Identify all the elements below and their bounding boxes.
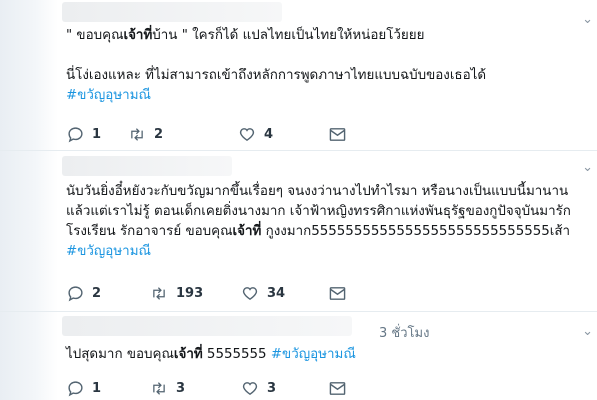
- retweet-icon: [150, 284, 168, 302]
- like-button[interactable]: 34: [241, 282, 285, 304]
- tweet-text: นับวันยิ่งอี๋หยังวะกับขวัญมากขึ้นเรื่อยๆ…: [66, 184, 571, 259]
- heart-icon: [241, 284, 259, 302]
- dm-button[interactable]: [328, 123, 346, 145]
- retweet-button[interactable]: 3: [150, 377, 185, 399]
- retweet-icon: [128, 125, 146, 143]
- heart-icon: [241, 379, 259, 397]
- envelope-icon: [328, 125, 346, 143]
- dm-button[interactable]: [328, 282, 346, 304]
- reply-button[interactable]: 1: [66, 377, 101, 399]
- envelope-icon: [328, 379, 346, 397]
- hashtag-link[interactable]: #ขวัญอุษามณี: [271, 347, 356, 362]
- blurred-user-header: [62, 156, 232, 176]
- chevron-down-icon[interactable]: ⌄: [582, 12, 593, 27]
- blurred-user-header: [62, 316, 352, 336]
- tweet[interactable]: ⌄ " ขอบคุณเจ้าที่บ้าน " ใครก็ได้ แปลไทยเ…: [0, 0, 597, 151]
- retweet-button[interactable]: 193: [150, 282, 203, 304]
- tweet[interactable]: 3 ชั่วโมง ⌄ ไปสุดมาก ขอบคุณเจ้าที่ 55555…: [0, 312, 597, 400]
- retweet-button[interactable]: 2: [128, 123, 163, 145]
- heart-icon: [238, 125, 256, 143]
- hashtag-link[interactable]: #ขวัญอุษามณี: [66, 88, 151, 103]
- envelope-icon: [328, 284, 346, 302]
- reply-icon: [66, 379, 84, 397]
- tweet-text: " ขอบคุณเจ้าที่บ้าน " ใครก็ได้ แปลไทยเป็…: [66, 28, 487, 103]
- hashtag-link[interactable]: #ขวัญอุษามณี: [66, 244, 151, 259]
- like-button[interactable]: 4: [238, 123, 273, 145]
- tweet[interactable]: ⌄ นับวันยิ่งอี๋หยังวะกับขวัญมากขึ้นเรื่อ…: [0, 151, 597, 312]
- blurred-user-header: [62, 2, 282, 22]
- reply-button[interactable]: 2: [66, 282, 101, 304]
- like-button[interactable]: 3: [241, 377, 276, 399]
- reply-icon: [66, 284, 84, 302]
- reply-button[interactable]: 1: [66, 123, 101, 145]
- tweet-text: ไปสุดมาก ขอบคุณเจ้าที่ 5555555 #ขวัญอุษา…: [66, 347, 356, 362]
- tweet-timestamp[interactable]: 3 ชั่วโมง: [379, 322, 429, 343]
- chevron-down-icon[interactable]: ⌄: [582, 160, 593, 175]
- reply-icon: [66, 125, 84, 143]
- dm-button[interactable]: [328, 377, 346, 399]
- chevron-down-icon[interactable]: ⌄: [582, 324, 593, 339]
- retweet-icon: [150, 379, 168, 397]
